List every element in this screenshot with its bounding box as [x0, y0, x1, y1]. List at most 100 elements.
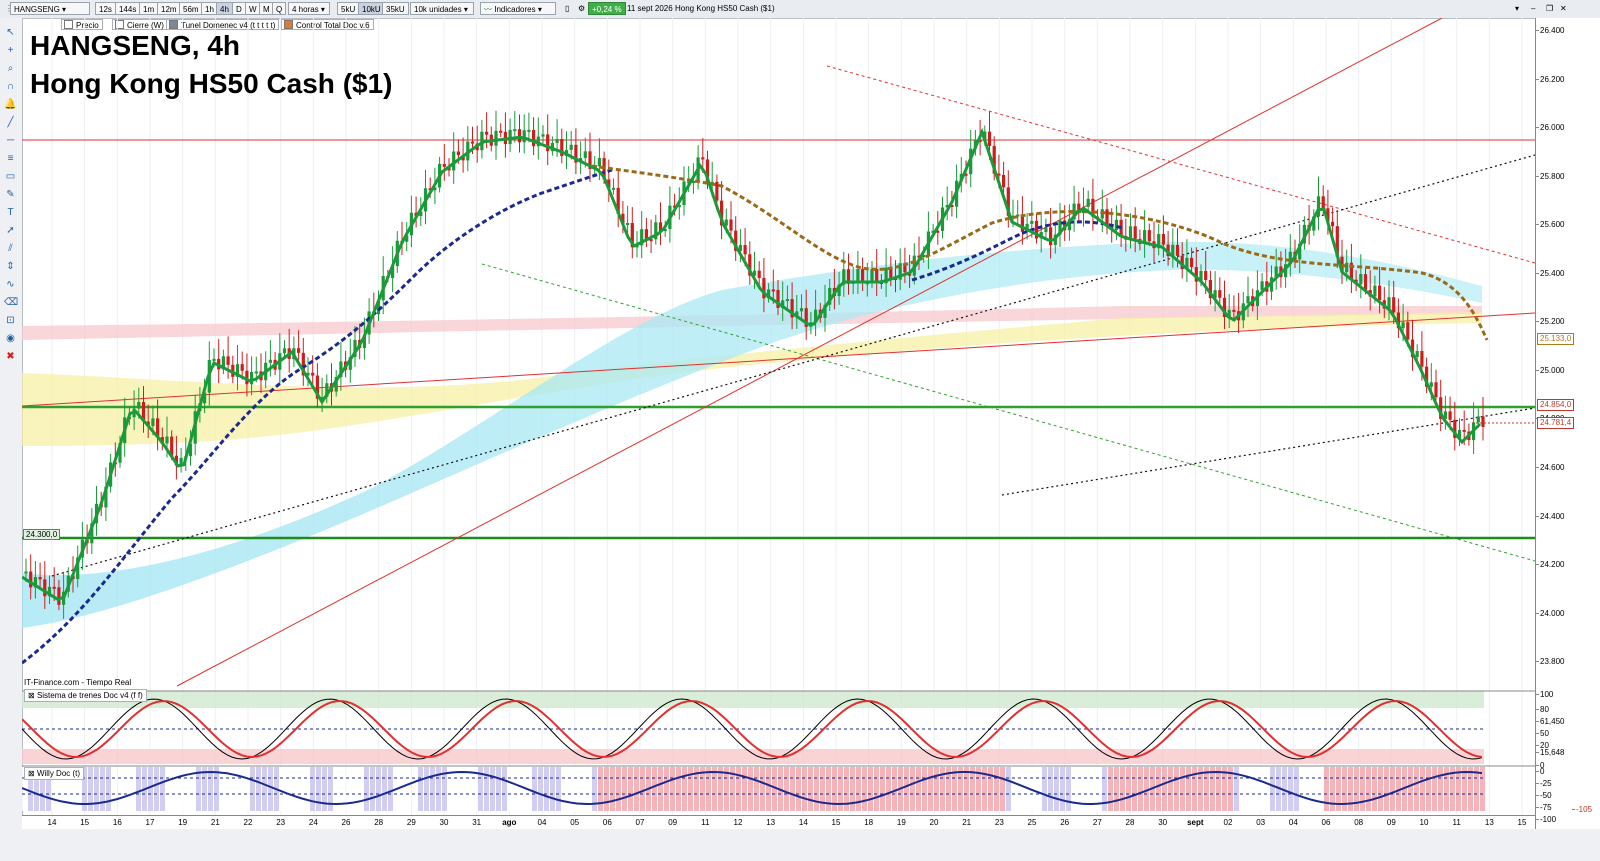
lock-icon[interactable]: ⊡ — [4, 314, 17, 327]
candle-body — [470, 141, 475, 144]
period-selector[interactable]: 4 horas ▾ — [288, 2, 330, 15]
symbol-text: HANGSENG — [14, 5, 60, 14]
candle-body — [1218, 290, 1222, 298]
zoom-icon[interactable]: ⌕ — [4, 62, 17, 75]
close-icon[interactable]: ✕ — [1557, 2, 1570, 15]
trash-icon[interactable]: ✖ — [4, 350, 17, 363]
symbol-selector[interactable]: HANGSENG ▾ — [10, 2, 90, 15]
candle-body — [1049, 227, 1053, 246]
willy-bar — [760, 767, 765, 811]
chart-type-icon[interactable]: ▯ — [562, 2, 572, 15]
minimize-icon[interactable]: – — [1528, 2, 1538, 15]
tf-144s[interactable]: 144s — [115, 2, 141, 15]
candle-body — [1373, 285, 1377, 297]
settings-icon[interactable]: ⚙ — [575, 2, 588, 15]
willy-bar — [514, 767, 519, 811]
willy-bar — [1372, 767, 1377, 811]
candle-body — [1246, 296, 1250, 304]
willy-bar — [814, 767, 819, 811]
candle-body — [29, 571, 33, 588]
tf-d[interactable]: D — [232, 2, 246, 15]
price-chart[interactable] — [22, 18, 1535, 815]
candle-body — [226, 356, 230, 365]
close-pane-icon[interactable]: ⊠ — [28, 691, 37, 700]
oscillator1-title[interactable]: ⊠ Sistema de trenes Doc v4 (f f) — [24, 689, 147, 702]
restore-icon[interactable]: ❐ — [1543, 2, 1556, 15]
date-axis-label: 13 — [766, 818, 776, 827]
pencil-icon[interactable]: ✎ — [4, 188, 17, 201]
indicators-button[interactable]: 〰 Indicadores ▾ — [480, 2, 556, 15]
close-pane-icon[interactable]: ⊠ — [28, 769, 37, 778]
tf-4h[interactable]: 4h — [216, 2, 233, 15]
rect-icon[interactable]: ▭ — [4, 170, 17, 183]
units-10k[interactable]: 10kU — [358, 2, 385, 15]
willy-bar — [706, 767, 711, 811]
date-axis-label: 29 — [406, 818, 416, 827]
tf-56m[interactable]: 56m — [179, 2, 203, 15]
brush-icon[interactable]: ∿ — [4, 278, 17, 291]
arrow-icon[interactable]: ➚ — [4, 224, 17, 237]
date-axis-label: 24 — [308, 818, 318, 827]
date-axis[interactable]: 14 15 16 17 19 21 22 23 24 26 28 29 30 31 ago 04 05 06 07 0… — [22, 815, 1535, 830]
willy-bar — [1366, 767, 1371, 811]
menu-icon[interactable]: ▾ — [1512, 2, 1522, 15]
date-axis-label: 02 — [1223, 818, 1233, 827]
eraser-icon[interactable]: ⌫ — [4, 296, 18, 309]
tf-12m[interactable]: 12m — [157, 2, 181, 15]
date-axis-label: 06 — [602, 818, 612, 827]
price-tag: 24.854,0 — [1537, 399, 1575, 411]
willy-bar — [430, 767, 435, 811]
date-axis-label: 07 — [635, 818, 645, 827]
tf-12s[interactable]: 12s — [95, 2, 116, 15]
line-icon[interactable]: ╱ — [4, 116, 17, 129]
channel-icon[interactable]: ⫽ — [4, 242, 17, 255]
willy-bar — [358, 767, 363, 811]
willy-bar — [1300, 767, 1305, 811]
willy-bar — [1180, 767, 1185, 811]
willy-bar — [178, 767, 183, 811]
candle-body — [715, 181, 719, 201]
willy-bar — [766, 767, 771, 811]
willy-bar — [310, 767, 315, 811]
candle-body — [456, 151, 460, 156]
units-35k[interactable]: 35kU — [382, 2, 409, 15]
oscillator2-axis-label: 0 — [1535, 767, 1545, 776]
willy-bar — [124, 767, 129, 811]
hline-icon[interactable]: ─ — [4, 134, 17, 147]
candle-body — [611, 187, 616, 190]
alert-icon[interactable]: 🔔 — [4, 98, 17, 111]
willy-bar — [1426, 767, 1431, 811]
candle-body — [1476, 416, 1480, 423]
willy-bar — [754, 767, 759, 811]
eye-icon[interactable]: ◉ — [4, 332, 17, 345]
willy-bar — [424, 767, 429, 811]
fib-icon[interactable]: ≡ — [4, 152, 17, 165]
oscillator2-title[interactable]: ⊠ Willy Doc (t) — [24, 767, 85, 780]
cursor-icon[interactable]: ↖ — [4, 26, 17, 39]
willy-bar — [1432, 767, 1437, 811]
tf-1m[interactable]: 1m — [139, 2, 159, 15]
drawing-toolbar: ↖ + ⌕ ∩ 🔔 ╱ ─ ≡ ▭ ✎ T ➚ ⫽ ⇕ ∿ ⌫ ⊡ ◉ ✖ — [0, 18, 23, 861]
candle-body — [442, 163, 446, 167]
crosshair-icon[interactable]: + — [4, 44, 17, 57]
date-axis-label: 08 — [1354, 818, 1364, 827]
units-selector[interactable]: 10k unidades ▾ — [410, 2, 474, 15]
candle-body — [1448, 411, 1452, 420]
willy-bar — [874, 767, 879, 811]
tf-q[interactable]: Q — [272, 2, 287, 15]
willy-bar — [1468, 767, 1473, 811]
willy-bar — [1246, 767, 1251, 811]
data-source-label: IT-Finance.com - Tiempo Real — [24, 678, 132, 687]
units-5k[interactable]: 5kU — [337, 2, 360, 15]
magnet-icon[interactable]: ∩ — [4, 80, 17, 93]
date-axis-label: 09 — [668, 818, 678, 827]
units-text: 10k unidades — [414, 5, 462, 14]
willy-bar — [1156, 767, 1161, 811]
text-icon[interactable]: T — [4, 206, 17, 219]
measure-icon[interactable]: ⇕ — [4, 260, 17, 273]
price-axis[interactable]: 26.400 26.200 26.000 25.800 25.600 25.400 25.2… — [1535, 18, 1600, 861]
candle-body — [1133, 226, 1137, 239]
date-axis-label: 19 — [178, 818, 188, 827]
willy-bar — [1312, 767, 1317, 811]
willy-bar — [640, 767, 645, 811]
